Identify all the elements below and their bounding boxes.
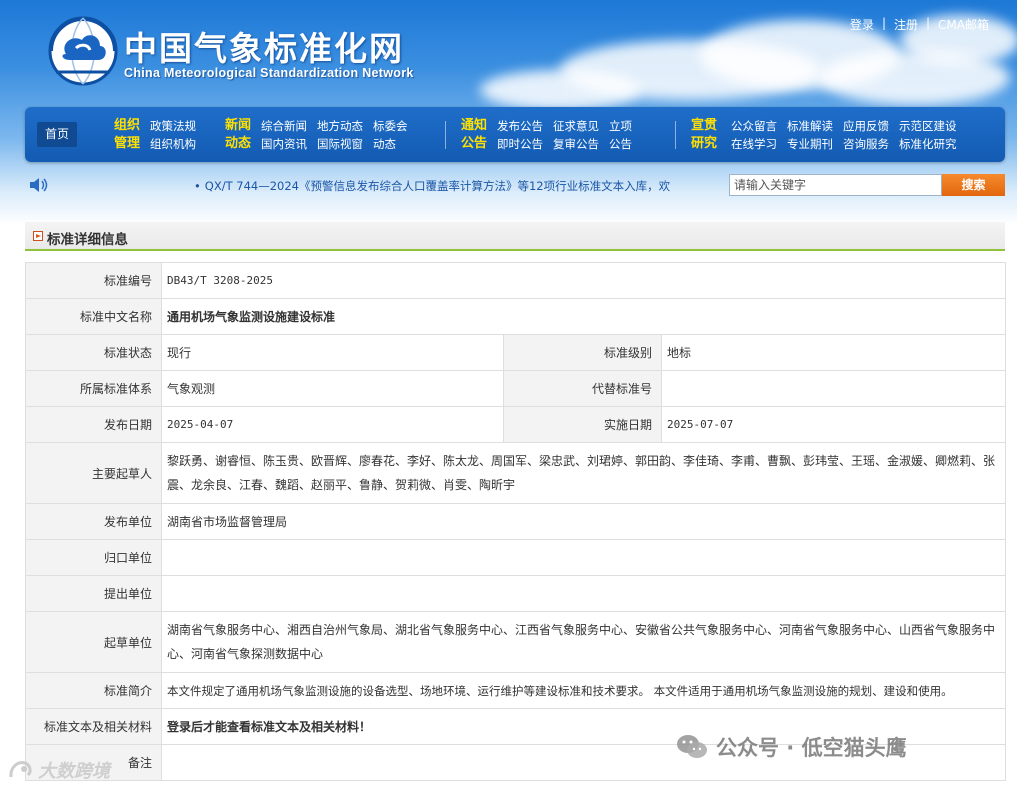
- table-row: 主要起草人 黎跃勇、谢睿恒、陈玉贵、欧晋辉、廖春花、李好、陈太龙、周国军、梁忠武…: [25, 442, 1007, 504]
- label-publisher: 发布单位: [25, 503, 162, 540]
- value-level: 地标: [660, 334, 1007, 371]
- nav-item-domestic[interactable]: 国内资讯: [261, 135, 307, 153]
- main-nav: 首页 组织 管理 政策法规 组织机构 新闻 动态 综合新闻 地方动态 标委会 国内资…: [25, 107, 1005, 162]
- top-links: 登录 | 注册 | CMA邮箱: [850, 16, 989, 33]
- label-drafting-units: 起草单位: [25, 611, 162, 673]
- table-row: 发布日期 2025-04-07 实施日期 2025-07-07: [25, 406, 1007, 443]
- label-drafters: 主要起草人: [25, 442, 162, 504]
- nav-item-org[interactable]: 组织机构: [150, 135, 196, 153]
- value-publisher: 湖南省市场监督管理局: [160, 503, 1007, 540]
- label-replace: 代替标准号: [503, 370, 662, 407]
- nav-item-research[interactable]: 标准化研究: [899, 135, 957, 153]
- nav-category: 新闻 动态: [225, 118, 252, 151]
- table-row: 标准简介 本文件规定了通用机场气象监测设施的设备选型、场地环境、运行维护等建设标…: [25, 672, 1007, 709]
- label-publish-date: 发布日期: [25, 406, 162, 443]
- nav-item-learning[interactable]: 在线学习: [731, 135, 777, 153]
- value-impl-date: 2025-07-07: [660, 406, 1007, 443]
- table-row: 起草单位 湖南省气象服务中心、湘西自治州气象局、湖北省气象服务中心、江西省气象服…: [25, 611, 1007, 673]
- nav-item-committee-news[interactable]: 动态: [373, 135, 396, 153]
- site-title-en: China Meteorological Standardization Net…: [124, 66, 414, 80]
- label-system: 所属标准体系: [25, 370, 162, 407]
- value-drafting-units: 湖南省气象服务中心、湘西自治州气象局、湖北省气象服务中心、江西省气象服务中心、安…: [160, 611, 1007, 673]
- nav-category: 组织 管理: [114, 118, 141, 151]
- table-row: 归口单位: [25, 539, 1007, 576]
- label-proposer: 提出单位: [25, 575, 162, 612]
- value-cn-name: 通用机场气象监测设施建设标准: [160, 298, 1007, 335]
- login-link[interactable]: 登录: [850, 16, 874, 33]
- separator: |: [926, 16, 931, 30]
- bullet: •: [194, 179, 201, 193]
- nav-item-general-news[interactable]: 综合新闻: [261, 117, 307, 135]
- section-title: 标准详细信息: [47, 232, 128, 248]
- table-row: 标准状态 现行 标准级别 地标: [25, 334, 1007, 371]
- nav-item-project[interactable]: 立项: [609, 117, 632, 135]
- site-title-cn: 中国气象标准化网: [124, 29, 404, 68]
- value-status: 现行: [161, 334, 504, 371]
- nav-item-message[interactable]: 公众留言: [731, 117, 777, 135]
- brand-watermark-text: 大数跨境: [38, 761, 110, 782]
- nav-item-feedback[interactable]: 应用反馈: [843, 117, 889, 135]
- speaker-icon: [30, 178, 48, 192]
- table-row: 所属标准体系 气象观测 代替标准号: [25, 370, 1007, 407]
- label-status: 标准状态: [25, 334, 162, 371]
- label-owner: 归口单位: [25, 539, 162, 576]
- nav-category: 宣贯 研究: [691, 118, 718, 151]
- value-std-no: DB43/T 3208-2025: [160, 262, 1007, 299]
- nav-item-consulting[interactable]: 咨询服务: [843, 135, 889, 153]
- cma-mail-link[interactable]: CMA邮箱: [938, 16, 989, 33]
- table-row: 标准中文名称 通用机场气象监测设施建设标准: [25, 298, 1007, 335]
- wechat-watermark-text: 公众号 · 低空猫头鹰: [716, 736, 907, 760]
- brand-watermark: 大数跨境: [8, 757, 110, 783]
- value-replace: [660, 370, 1007, 407]
- brand-logo-icon: [9, 761, 32, 778]
- label-cn-name: 标准中文名称: [25, 298, 162, 335]
- table-row: 标准编号 DB43/T 3208-2025: [25, 262, 1007, 299]
- table-row: 提出单位: [25, 575, 1007, 612]
- notice-text: QX/T 744—2024《预警信息发布综合人口覆盖率计算方法》等12项行业标准…: [204, 179, 671, 193]
- value-system: 气象观测: [161, 370, 504, 407]
- arrow-box-icon: [33, 231, 43, 241]
- value-owner: [160, 539, 1007, 576]
- standard-detail-table: 标准编号 DB43/T 3208-2025 标准中文名称 通用机场气象监测设施建…: [25, 262, 1007, 781]
- label-impl-date: 实施日期: [503, 406, 662, 443]
- nav-item-demo-zone[interactable]: 示范区建设: [899, 117, 957, 135]
- nav-divider: [675, 121, 676, 149]
- notice-marquee[interactable]: • QX/T 744—2024《预警信息发布综合人口覆盖率计算方法》等12项行业标…: [194, 178, 670, 194]
- nav-divider: [445, 121, 446, 149]
- label-materials: 标准文本及相关材料: [25, 708, 162, 745]
- label-level: 标准级别: [503, 334, 662, 371]
- value-drafters: 黎跃勇、谢睿恒、陈玉贵、欧晋辉、廖春花、李好、陈太龙、周国军、梁忠武、刘珺婷、郭…: [160, 442, 1007, 504]
- nav-item-review[interactable]: 复审公告: [553, 135, 599, 153]
- nav-item-publish[interactable]: 发布公告: [497, 117, 543, 135]
- nav-item-announce[interactable]: 公告: [609, 135, 632, 153]
- section-header: 标准详细信息: [25, 222, 1005, 251]
- nav-category: 通知 公告: [461, 118, 488, 151]
- globe-logo-icon: [48, 16, 118, 86]
- nav-item-consult[interactable]: 征求意见: [553, 117, 599, 135]
- label-summary: 标准简介: [25, 672, 162, 709]
- table-row: 发布单位 湖南省市场监督管理局: [25, 503, 1007, 540]
- site-logo[interactable]: 中国气象标准化网 China Meteorological Standardiz…: [46, 14, 426, 94]
- nav-item-instant[interactable]: 即时公告: [497, 135, 543, 153]
- nav-item-policy[interactable]: 政策法规: [150, 117, 196, 135]
- separator: |: [881, 16, 886, 30]
- value-proposer: [160, 575, 1007, 612]
- nav-home-button[interactable]: 首页: [37, 122, 77, 147]
- wechat-watermark: 公众号 · 低空猫头鹰: [676, 731, 907, 763]
- nav-item-journal[interactable]: 专业期刊: [787, 135, 833, 153]
- nav-item-committee[interactable]: 标委会: [373, 117, 408, 135]
- register-link[interactable]: 注册: [894, 16, 918, 33]
- search-input[interactable]: [729, 174, 942, 196]
- label-std-no: 标准编号: [25, 262, 162, 299]
- value-summary: 本文件规定了通用机场气象监测设施的设备选型、场地环境、运行维护等建设标准和技术要…: [160, 672, 1007, 709]
- wechat-icon: [677, 735, 707, 758]
- nav-item-local-news[interactable]: 地方动态: [317, 117, 363, 135]
- search-button[interactable]: 搜索: [942, 174, 1005, 196]
- nav-item-international[interactable]: 国际视窗: [317, 135, 363, 153]
- nav-item-interpret[interactable]: 标准解读: [787, 117, 833, 135]
- value-publish-date: 2025-04-07: [161, 406, 504, 443]
